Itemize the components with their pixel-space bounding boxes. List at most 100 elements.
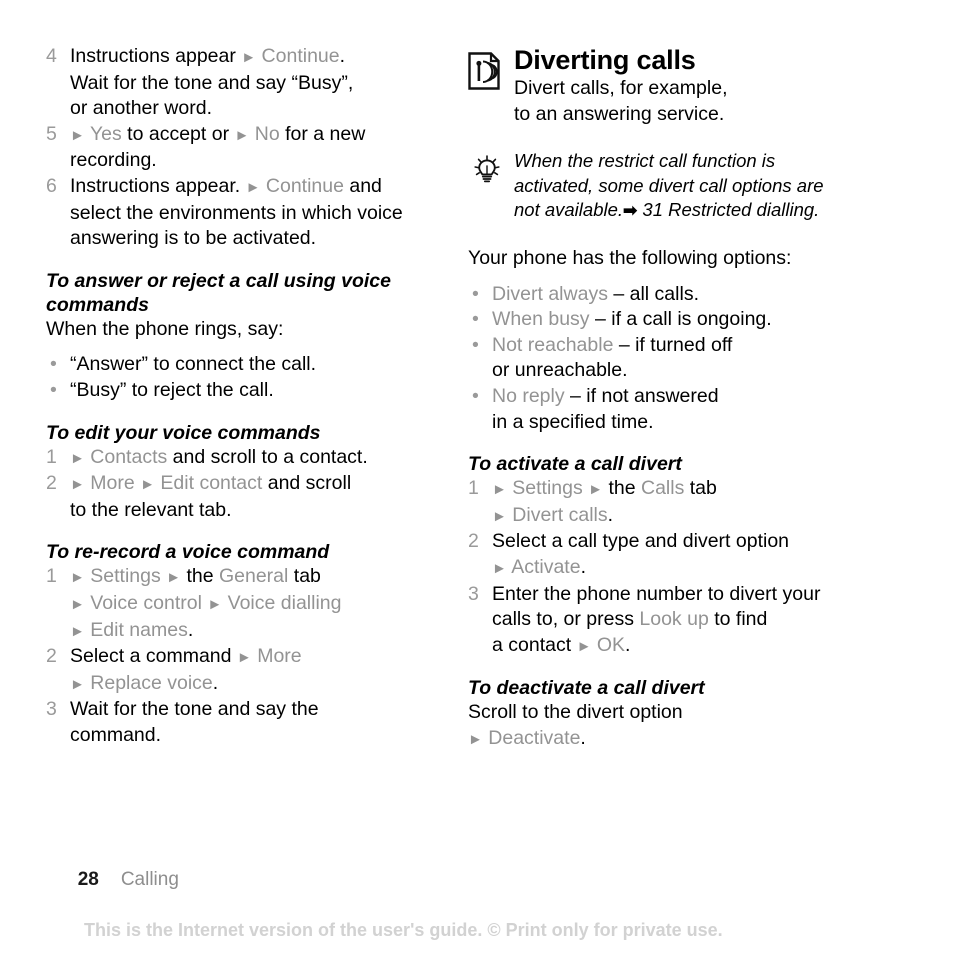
bullet-icon: • [472,384,479,407]
text-line: Enter the phone number to divert your [492,583,820,605]
step-number: 1 [46,565,57,588]
bullet-icon: • [50,378,57,401]
text-line: Divert always – all calls. [492,283,699,305]
copyright-watermark: This is the Internet version of the user… [84,920,723,940]
bullet-icon: • [472,333,479,356]
text: for a new [279,122,366,145]
text: Wait for the tone and say “Busy”, [70,71,354,94]
text: . [580,555,586,578]
menu-term: Continue [265,174,344,197]
menu-term: No reply [492,384,565,407]
text: . [625,633,631,656]
text: and scroll [262,472,352,495]
text: . [580,726,586,749]
menu-term: When busy [492,308,590,331]
text: tab [684,477,717,500]
menu-term: Edit contact [160,472,263,495]
text-line: Instructions appear ► Continue. [70,45,345,67]
step-arrow-icon: ► [234,126,250,144]
menu-term: No [254,122,280,145]
heading-answer-reject: To answer or reject a call using voice c… [46,269,391,316]
text-line: ► Voice control ► Voice dialling [70,591,456,618]
text: recording. [70,149,157,172]
intro-phone-rings: When the phone rings, say: [46,317,284,340]
step-arrow-icon: ► [140,476,155,494]
text: tab [288,565,321,588]
step-arrow-icon: ► [70,569,85,587]
steps-continued-list: 4 Instructions appear ► Continue. Wait for… [46,44,456,252]
folio-row: 28 Calling [46,844,916,916]
step-number: 3 [468,582,479,605]
numbered-step: 3 Enter the phone number to divert your ca… [468,582,908,660]
heading-activate-divert: To activate a call divert [468,453,682,476]
heading-deactivate-divert: To deactivate a call divert [468,677,705,700]
text: “Answer” to connect the call. [70,353,317,376]
text-line: ► Yes to accept or ► No for a new [70,123,365,145]
page-footer: 28 Calling This is the Internet version o… [46,844,916,942]
text-line: Wait for the tone and say “Busy”, [70,71,456,97]
text: Wait for the tone and say the [70,698,319,721]
text-line: No reply – if not answered [492,385,719,407]
left-column: 4 Instructions appear ► Continue. Wait for… [46,44,456,748]
text: Instructions appear [70,45,242,67]
page-number: 28 [77,869,99,890]
text: a contact [492,633,577,656]
list-item: • “Answer” to connect the call. [46,352,456,378]
step-arrow-icon: ► [70,449,85,467]
text-line: a contact ► OK. [492,633,908,660]
step-number: 6 [46,174,57,197]
menu-term: OK [596,633,626,656]
numbered-step: 1 ► Contacts and scroll to a contact. [46,445,456,472]
step-arrow-icon: ► [468,730,483,748]
step-number: 3 [46,698,57,721]
text-line: ► Replace voice. [70,671,456,698]
text-line: activated, some divert call options are [514,174,908,199]
text: – if turned off [613,333,733,356]
menu-term: Not reachable [492,333,614,356]
text: “Busy” to reject the call. [70,378,274,401]
numbered-step: 1 ► Settings ► the General tab ► Voice con… [46,564,456,644]
broadcast-page-icon [468,52,500,90]
steps-re-record: 1 ► Settings ► the General tab ► Voice con… [46,564,456,748]
text-line: to the relevant tab. [70,498,456,524]
options-intro: Your phone has the following options: [468,246,792,269]
text-line: ► Deactivate. [468,726,908,753]
text-line: answering is to be activated. [70,226,456,252]
step-arrow-icon: ► [492,559,507,577]
numbered-step: 2 Select a call type and divert option ► A… [468,529,908,581]
deactivate-instructions: Scroll to the divert option ► Deactivate. [468,700,908,752]
step-arrow-icon: ► [166,569,182,587]
list-item: • No reply – if not answered in a specifie… [468,384,908,435]
text: answering is to be activated. [70,227,317,250]
text: – all calls. [607,282,699,305]
step-number: 2 [468,530,479,553]
text: to accept or [121,122,235,145]
step-number: 4 [46,45,57,67]
text: the [603,477,641,500]
menu-term: Continue [261,45,340,67]
heading-edit-voice-commands: To edit your voice commands [46,421,321,444]
step-arrow-icon: ► [70,126,85,144]
step-arrow-icon: ► [70,476,85,494]
manual-page: 4 Instructions appear ► Continue. Wait for… [0,0,954,954]
menu-term: Calls [640,477,685,500]
text: in a specified time. [492,410,654,433]
menu-term: More [90,472,135,495]
steps-activate-divert: 1 ► Settings ► the Calls tab ► Divert call… [468,476,908,659]
step-number: 1 [468,477,479,500]
text: Scroll to the divert option [468,701,683,724]
text: not available. [514,199,624,221]
cross-reference-arrow-icon: ➡ [623,201,638,221]
text-line: ► Settings ► the General tab [70,565,321,587]
text-line: “Busy” to reject the call. [70,379,274,401]
page-title: Diverting calls [514,45,696,75]
list-item: • Not reachable – if turned off or unreach… [468,333,908,384]
text: 31 Restricted dialling. [637,199,820,221]
step-arrow-icon: ► [70,595,85,613]
bullet-icon: • [50,353,57,376]
text: . [187,618,194,641]
text-line: not available.➡ 31 Restricted dialling. [514,198,908,224]
steps-edit-commands: 1 ► Contacts and scroll to a contact. 2 ► M… [46,445,456,524]
text-line: in a specified time. [492,410,908,436]
list-item: • When busy – if a call is ongoing. [468,307,908,333]
